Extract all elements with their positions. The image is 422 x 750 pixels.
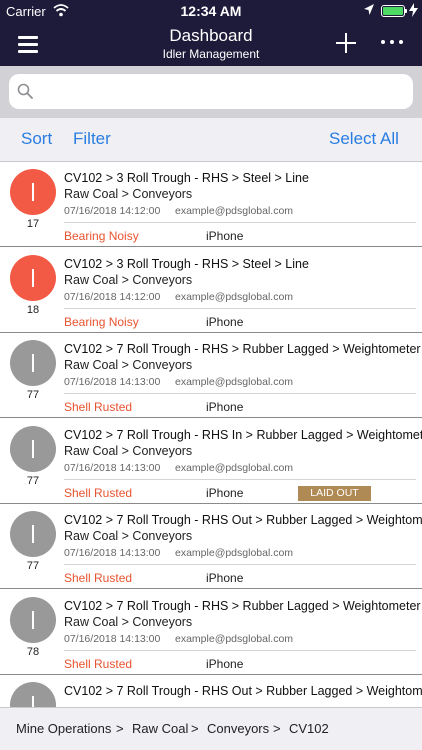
inspection-date: 07/16/2018 14:13:00 — [64, 376, 161, 388]
device-label: iPhone — [206, 229, 244, 243]
idler-count: 77 — [26, 560, 40, 572]
list-item[interactable]: 77 CV102 > 7 Roll Trough - RHS > Rubber L… — [0, 333, 422, 418]
list-item[interactable]: 78 CV102 > 7 Roll Trough - RHS > Rubber L… — [0, 589, 422, 675]
idler-path: CV102 > 7 Roll Trough - RHS > Rubber Lag… — [64, 342, 421, 356]
breadcrumb-separator: > — [116, 721, 124, 736]
idler-location: Raw Coal > Conveyors — [64, 529, 193, 543]
status-avatar-icon — [10, 254, 56, 301]
filter-button[interactable]: Filter — [73, 129, 111, 149]
search-box[interactable] — [9, 74, 413, 109]
breadcrumb: Mine Operations > Raw Coal > Conveyors >… — [0, 707, 422, 750]
idler-count: 18 — [26, 303, 40, 316]
status-badge: LAID OUT — [298, 485, 371, 501]
list-item[interactable]: 77 CV102 > 7 Roll Trough - RHS Out > Rubb… — [0, 504, 422, 589]
search-input[interactable] — [39, 78, 404, 105]
idler-count: 77 — [26, 474, 40, 487]
status-avatar-icon — [10, 682, 56, 707]
battery-icon — [381, 5, 405, 17]
row-divider — [64, 649, 416, 651]
idler-path: CV102 > 3 Roll Trough - RHS > Steel > Li… — [64, 171, 309, 185]
row-divider — [64, 564, 416, 565]
sort-button[interactable]: Sort — [21, 129, 52, 149]
inspector-email: example@pdsglobal.com — [175, 547, 294, 559]
idler-list: 17 CV102 > 3 Roll Trough - RHS > Steel > … — [0, 162, 422, 707]
status-avatar-icon — [10, 511, 56, 557]
add-icon[interactable] — [333, 30, 359, 56]
inspector-email: example@pdsglobal.com — [175, 632, 294, 645]
search-icon — [17, 83, 33, 99]
charging-bolt-icon — [409, 3, 418, 17]
idler-count: 77 — [26, 389, 40, 401]
search-area — [0, 66, 422, 118]
inspector-email: example@pdsglobal.com — [175, 205, 294, 217]
inspection-date: 07/16/2018 14:13:00 — [64, 461, 161, 474]
idler-path: CV102 > 7 Roll Trough - RHS > Rubber Lag… — [64, 598, 421, 613]
idler-location: Raw Coal > Conveyors — [64, 443, 193, 458]
inspector-email: example@pdsglobal.com — [175, 290, 294, 303]
status-bar: Carrier 12:34 AM — [0, 0, 422, 22]
device-label: iPhone — [206, 571, 244, 585]
issue-label: Shell Rusted — [64, 485, 133, 500]
breadcrumb-item-conveyors[interactable]: Conveyors — [207, 721, 269, 736]
issue-label: Shell Rusted — [64, 400, 133, 414]
idler-path: CV102 > 7 Roll Trough - RHS Out > Rubber… — [64, 684, 422, 698]
inspector-email: example@pdsglobal.com — [175, 376, 294, 388]
location-arrow-icon — [364, 4, 374, 15]
device-label: iPhone — [206, 314, 244, 329]
inspection-date: 07/16/2018 14:12:00 — [64, 205, 161, 217]
issue-label: Shell Rusted — [64, 571, 133, 585]
breadcrumb-item-cv102[interactable]: CV102 — [289, 721, 329, 736]
select-all-button[interactable]: Select All — [329, 129, 399, 149]
idler-count: 17 — [26, 218, 40, 230]
list-toolbar: Sort Filter Select All — [0, 118, 422, 162]
battery-tip — [405, 9, 407, 13]
inspection-date: 07/16/2018 14:13:00 — [64, 547, 161, 559]
idler-path: CV102 > 7 Roll Trough - RHS In > Rubber … — [64, 427, 422, 442]
clock: 12:34 AM — [180, 3, 242, 19]
idler-location: Raw Coal > Conveyors — [64, 614, 193, 629]
idler-location: Raw Coal > Conveyors — [64, 187, 193, 201]
status-avatar-icon — [10, 340, 56, 386]
list-item[interactable]: 17 CV102 > 3 Roll Trough - RHS > Steel > … — [0, 162, 422, 247]
more-icon[interactable] — [381, 34, 403, 50]
device-label: iPhone — [206, 485, 244, 500]
idler-location: Raw Coal > Conveyors — [64, 272, 193, 287]
list-item[interactable]: 18 CV102 > 3 Roll Trough - RHS > Steel > … — [0, 247, 422, 333]
breadcrumb-item-raw-coal[interactable]: Raw Coal — [132, 721, 188, 736]
idler-path: CV102 > 3 Roll Trough - RHS > Steel > Li… — [64, 256, 309, 271]
inspection-date: 07/16/2018 14:13:00 — [64, 632, 161, 645]
row-divider — [64, 222, 416, 223]
idler-location: Raw Coal > Conveyors — [64, 358, 193, 372]
navigation-bar: Dashboard Idler Management — [0, 22, 422, 66]
status-avatar-icon — [10, 596, 56, 643]
issue-label: Bearing Noisy — [64, 229, 139, 243]
inspector-email: example@pdsglobal.com — [175, 461, 294, 474]
idler-count: 78 — [26, 645, 40, 658]
status-avatar-icon — [10, 169, 56, 215]
row-divider — [64, 393, 416, 394]
inspection-date: 07/16/2018 14:12:00 — [64, 290, 161, 303]
list-item[interactable]: CV102 > 7 Roll Trough - RHS Out > Rubber… — [0, 675, 422, 707]
status-avatar-icon — [10, 425, 56, 472]
issue-label: Bearing Noisy — [64, 314, 139, 329]
row-divider — [64, 478, 416, 480]
device-label: iPhone — [206, 656, 244, 671]
idler-path: CV102 > 7 Roll Trough - RHS Out > Rubber… — [64, 513, 422, 527]
row-divider — [64, 307, 416, 309]
issue-label: Shell Rusted — [64, 656, 133, 671]
device-label: iPhone — [206, 400, 244, 414]
breadcrumb-item-mine-operations[interactable]: Mine Operations — [16, 721, 111, 736]
breadcrumb-separator: > — [191, 721, 199, 736]
list-item[interactable]: 77 CV102 > 7 Roll Trough - RHS In > Rubbe… — [0, 418, 422, 504]
breadcrumb-separator: > — [273, 721, 281, 736]
